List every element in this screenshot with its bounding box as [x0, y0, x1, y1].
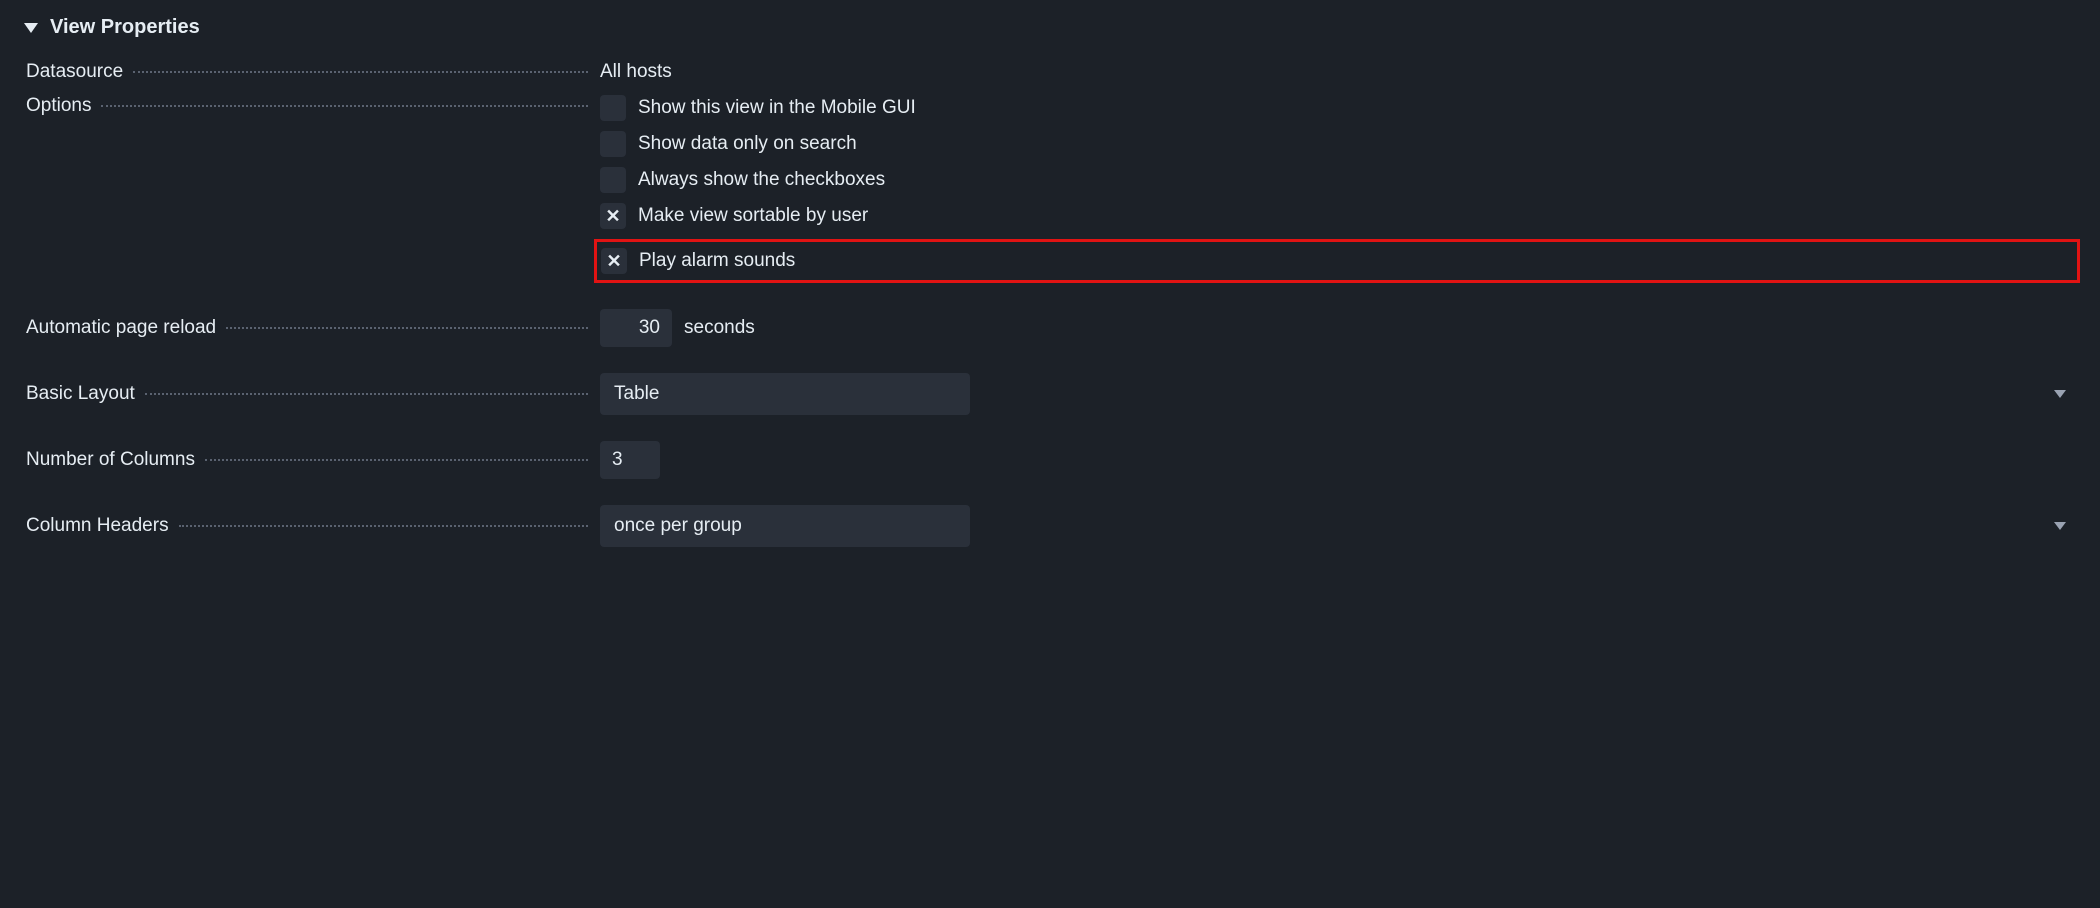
- row-auto-reload: Automatic page reload seconds: [20, 309, 2080, 347]
- option-sortable: Make view sortable by user: [600, 203, 2080, 229]
- row-options: Options Show this view in the Mobile GUI…: [20, 95, 2080, 283]
- label-num-columns: Number of Columns: [26, 449, 195, 471]
- option-mobile: Show this view in the Mobile GUI: [600, 95, 2080, 121]
- label-column-headers: Column Headers: [26, 515, 169, 537]
- label-auto-reload: Automatic page reload: [26, 317, 216, 339]
- leader-dots: [179, 525, 588, 527]
- panel-title: View Properties: [50, 16, 200, 39]
- checkbox-always-checkboxes[interactable]: [600, 167, 626, 193]
- chevron-down-icon: [2054, 390, 2066, 398]
- option-checkboxes: Always show the checkboxes: [600, 167, 2080, 193]
- chevron-down-icon: [2054, 522, 2066, 530]
- checkbox-label-sortable: Make view sortable by user: [638, 205, 868, 227]
- row-column-headers: Column Headers once per group: [20, 505, 2080, 547]
- label-options: Options: [26, 95, 91, 117]
- value-datasource: All hosts: [600, 61, 2080, 83]
- input-reload-seconds[interactable]: [600, 309, 672, 347]
- highlight-play-alarm: Play alarm sounds: [594, 239, 2080, 283]
- checkbox-label-search-only: Show data only on search: [638, 133, 857, 155]
- option-search-only: Show data only on search: [600, 131, 2080, 157]
- leader-dots: [133, 71, 588, 73]
- view-properties-panel: View Properties Datasource All hosts Opt…: [0, 0, 2100, 593]
- row-datasource: Datasource All hosts: [20, 61, 2080, 83]
- checkbox-label-always-checkboxes: Always show the checkboxes: [638, 169, 885, 191]
- panel-header[interactable]: View Properties: [20, 12, 2080, 61]
- checkbox-label-alarm: Play alarm sounds: [639, 250, 795, 272]
- leader-dots: [205, 459, 588, 461]
- checkbox-mobile[interactable]: [600, 95, 626, 121]
- leader-dots: [145, 393, 588, 395]
- leader-dots: [226, 327, 588, 329]
- suffix-seconds: seconds: [684, 317, 755, 339]
- input-num-columns[interactable]: [600, 441, 660, 479]
- leader-dots: [101, 105, 588, 107]
- row-num-columns: Number of Columns: [20, 441, 2080, 479]
- checkbox-search-only[interactable]: [600, 131, 626, 157]
- select-basic-layout[interactable]: Table: [600, 373, 970, 415]
- row-basic-layout: Basic Layout Table: [20, 373, 2080, 415]
- checkbox-sortable[interactable]: [600, 203, 626, 229]
- collapse-icon: [24, 23, 38, 33]
- checkbox-label-mobile: Show this view in the Mobile GUI: [638, 97, 916, 119]
- select-column-headers[interactable]: once per group: [600, 505, 970, 547]
- label-basic-layout: Basic Layout: [26, 383, 135, 405]
- checkbox-alarm[interactable]: [601, 248, 627, 274]
- label-datasource: Datasource: [26, 61, 123, 83]
